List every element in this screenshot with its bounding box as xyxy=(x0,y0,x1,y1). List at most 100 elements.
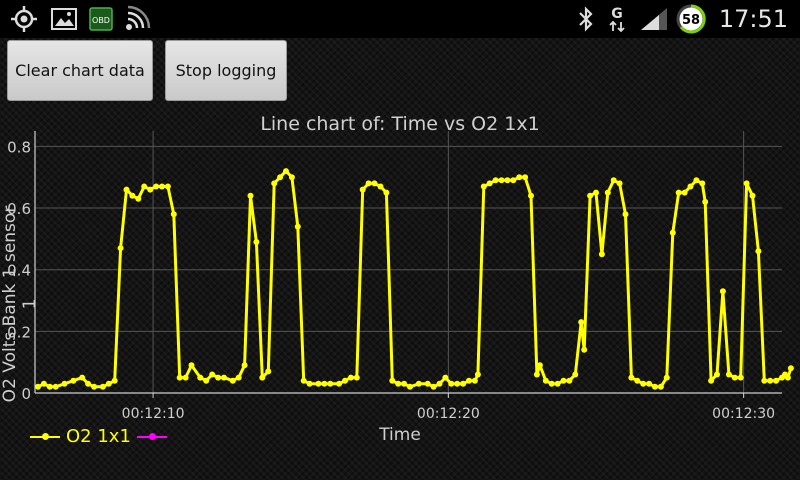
data-point xyxy=(634,377,641,384)
data-point xyxy=(259,374,266,381)
data-point xyxy=(135,195,142,202)
data-point xyxy=(153,183,160,190)
data-point xyxy=(170,211,177,218)
data-point xyxy=(40,380,47,387)
data-point xyxy=(761,377,768,384)
data-point xyxy=(321,380,328,387)
data-point xyxy=(442,374,449,381)
data-point xyxy=(359,186,366,193)
data-point xyxy=(85,380,92,387)
data-point xyxy=(714,371,720,378)
legend-label-o2: O2 1x1 xyxy=(66,425,131,447)
data-point xyxy=(91,383,98,390)
data-point xyxy=(787,365,794,372)
y-tick-label: 0.8 xyxy=(7,138,31,156)
data-point xyxy=(79,374,86,381)
data-point xyxy=(221,374,227,381)
data-point xyxy=(288,174,295,181)
data-point xyxy=(675,189,682,196)
data-point xyxy=(229,377,236,384)
data-point xyxy=(598,251,605,258)
data-point xyxy=(731,374,738,381)
x-tick-label: 00:12:30 xyxy=(712,406,775,422)
data-point xyxy=(327,380,334,387)
legend-swatch-o2 xyxy=(30,429,60,443)
data-point xyxy=(578,319,585,326)
chart-legend: O2 1x1 xyxy=(30,425,173,447)
data-point xyxy=(215,374,222,381)
data-point xyxy=(123,186,130,193)
data-point xyxy=(504,177,511,184)
data-point xyxy=(389,377,396,384)
data-point xyxy=(365,180,372,187)
data-point xyxy=(460,380,467,387)
data-point xyxy=(533,371,540,378)
data-point xyxy=(516,174,523,181)
data-point xyxy=(430,383,437,390)
data-point xyxy=(182,374,189,381)
data-point xyxy=(111,377,118,384)
data-point xyxy=(616,180,623,187)
data-point xyxy=(486,180,493,187)
data-point xyxy=(283,168,289,175)
data-point xyxy=(687,183,694,190)
data-point xyxy=(159,183,165,190)
data-point xyxy=(566,377,573,384)
data-point xyxy=(383,189,390,196)
data-point xyxy=(536,362,543,369)
data-point xyxy=(46,383,53,390)
data-point xyxy=(176,374,183,381)
data-point xyxy=(401,380,408,387)
data-point xyxy=(197,374,204,381)
data-point xyxy=(70,377,77,384)
data-point xyxy=(522,174,529,181)
data-point xyxy=(253,239,260,245)
data-point xyxy=(708,377,715,384)
data-point xyxy=(743,180,750,187)
data-point xyxy=(492,177,499,184)
data-point xyxy=(652,383,658,390)
data-point xyxy=(474,371,481,378)
data-point xyxy=(646,380,653,387)
data-point xyxy=(353,374,360,381)
y-axis-label: O2 Volts Bank 1 sensor 1 xyxy=(0,205,40,403)
legend-swatch-series-2 xyxy=(136,429,167,443)
data-point xyxy=(699,180,706,187)
data-point xyxy=(105,380,112,387)
data-point xyxy=(604,189,611,196)
data-point xyxy=(315,380,322,387)
data-point xyxy=(209,371,216,378)
data-point xyxy=(436,380,443,387)
data-point xyxy=(755,248,762,255)
data-point xyxy=(669,229,676,236)
data-point xyxy=(203,377,210,384)
data-point xyxy=(415,380,422,387)
data-point xyxy=(737,374,744,381)
data-point xyxy=(542,377,549,384)
data-point xyxy=(294,223,301,230)
data-point xyxy=(336,380,343,387)
data-point xyxy=(342,377,348,384)
data-point xyxy=(407,383,413,390)
data-point xyxy=(247,192,254,199)
data-point xyxy=(306,380,313,387)
data-point xyxy=(681,189,688,196)
data-point xyxy=(554,380,561,387)
data-point xyxy=(657,383,664,390)
data-point xyxy=(784,374,791,381)
data-point xyxy=(560,377,567,384)
data-point xyxy=(498,177,505,184)
data-point xyxy=(466,377,472,384)
data-point xyxy=(164,183,171,190)
data-point xyxy=(117,245,124,252)
data-point xyxy=(271,180,278,187)
data-point xyxy=(424,380,431,387)
data-point xyxy=(235,374,242,381)
data-point xyxy=(188,362,195,369)
data-point xyxy=(749,192,756,199)
data-point xyxy=(719,288,726,295)
data-point xyxy=(572,371,579,378)
data-point xyxy=(147,186,154,193)
data-point xyxy=(347,374,354,381)
data-point xyxy=(371,180,378,187)
